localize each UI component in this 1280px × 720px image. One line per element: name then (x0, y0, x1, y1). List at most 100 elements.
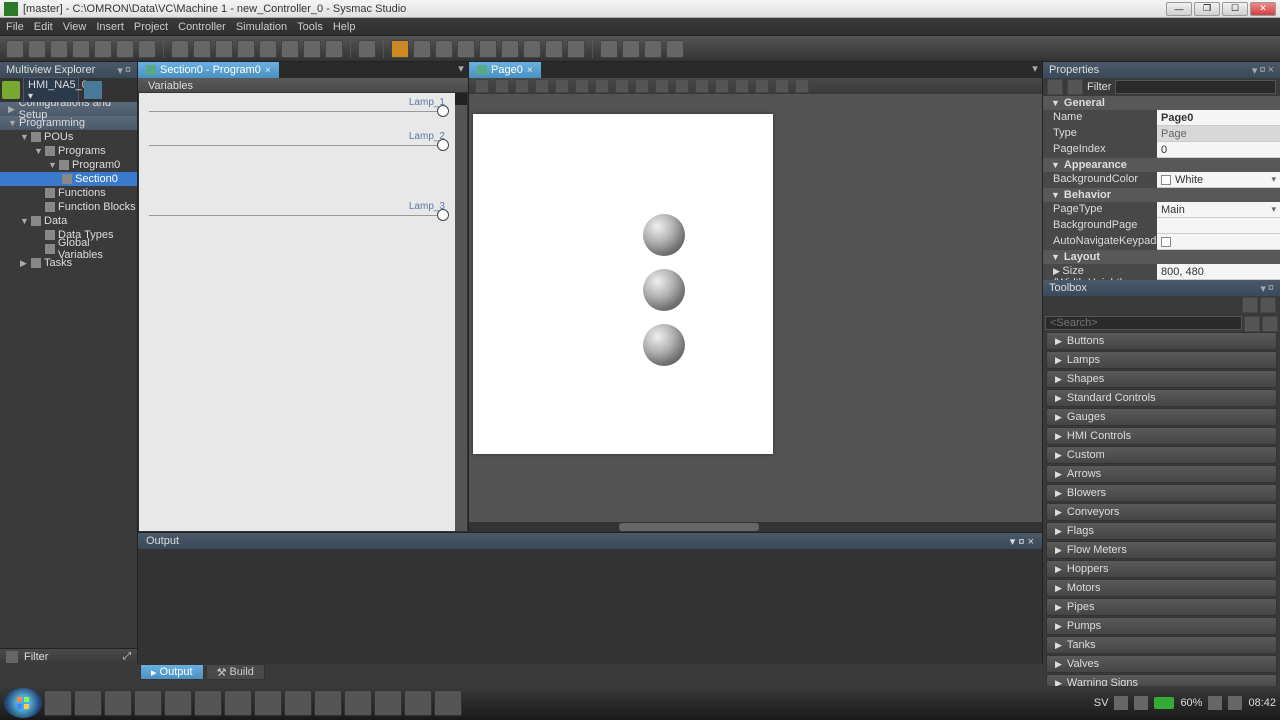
zoom-out-icon[interactable] (644, 40, 662, 58)
toolbar-btn-7[interactable] (138, 40, 156, 58)
categorized-icon[interactable] (1047, 79, 1063, 95)
volume-icon[interactable] (1228, 696, 1242, 710)
designer-tool-14[interactable] (735, 79, 749, 93)
toolbar-btn-22[interactable] (501, 40, 519, 58)
panel-dropdown-icon[interactable]: ▾ (1252, 64, 1258, 77)
menu-view[interactable]: View (63, 21, 87, 33)
taskbar-app-12[interactable] (374, 690, 402, 716)
toolbar-btn-15[interactable] (325, 40, 343, 58)
menu-controller[interactable]: Controller (178, 21, 226, 33)
redo-icon[interactable] (116, 40, 134, 58)
tree-section0[interactable]: Section0 (0, 172, 137, 186)
tab-dropdown-icon[interactable]: ▾ (454, 62, 468, 78)
designer-tool-6[interactable] (575, 79, 589, 93)
tree-data[interactable]: ▼Data (0, 214, 137, 228)
tray-icon-2[interactable] (1134, 696, 1148, 710)
toolbox-category[interactable]: ▶Flags (1046, 522, 1277, 540)
prop-section-behavior[interactable]: ▼Behavior (1043, 188, 1280, 202)
alphabetical-icon[interactable] (1067, 79, 1083, 95)
menu-tools[interactable]: Tools (297, 21, 323, 33)
toolbox-category[interactable]: ▶Valves (1046, 655, 1277, 673)
designer-tool-17[interactable] (795, 79, 809, 93)
prop-value-bgpage[interactable] (1157, 218, 1280, 234)
taskbar-app-13[interactable] (404, 690, 432, 716)
grid-view-icon[interactable] (1260, 297, 1276, 313)
prop-value-size[interactable]: 800, 480 (1157, 264, 1280, 280)
toolbar-btn-21[interactable] (479, 40, 497, 58)
designer-tool-3[interactable] (515, 79, 529, 93)
filter-expand-icon[interactable]: ⤢ (123, 651, 131, 662)
taskbar-app-10[interactable] (314, 690, 342, 716)
toolbar-btn-25[interactable] (567, 40, 585, 58)
warning-icon[interactable] (391, 40, 409, 58)
paste-icon[interactable] (50, 40, 68, 58)
search-go-icon[interactable] (1262, 316, 1278, 332)
taskbar-app-5[interactable] (164, 690, 192, 716)
prop-value-name[interactable]: Page0 (1157, 110, 1280, 126)
start-button[interactable] (4, 688, 42, 718)
checkbox[interactable] (1161, 237, 1171, 247)
panel-pin-icon[interactable]: ¤ (1268, 282, 1274, 295)
designer-tool-5[interactable] (555, 79, 569, 93)
panel-close-icon[interactable]: × (1268, 64, 1274, 77)
toolbox-category[interactable]: ▶Motors (1046, 579, 1277, 597)
close-icon[interactable]: × (527, 65, 533, 76)
panel-pin-icon[interactable]: ¤ (1259, 64, 1265, 77)
toolbox-category[interactable]: ▶Gauges (1046, 408, 1277, 426)
toolbar-btn-24[interactable] (545, 40, 563, 58)
toolbox-category[interactable]: ▶Buttons (1046, 332, 1277, 350)
tree-programs[interactable]: ▼Programs (0, 144, 137, 158)
designer-tool-16[interactable] (775, 79, 789, 93)
toolbar-btn-8[interactable] (171, 40, 189, 58)
delete-icon[interactable] (72, 40, 90, 58)
ladder-canvas[interactable]: Lamp_1 Lamp_2 Lamp_3 (138, 92, 468, 532)
prop-value-bgcolor[interactable]: White▾ (1157, 172, 1280, 188)
taskbar-app-4[interactable] (134, 690, 162, 716)
designer-canvas-area[interactable] (469, 94, 1042, 532)
coil-lamp2[interactable] (437, 139, 449, 151)
taskbar-app-8[interactable] (254, 690, 282, 716)
toolbox-search-input[interactable] (1045, 316, 1242, 330)
toolbar-btn-10[interactable] (215, 40, 233, 58)
tray-lang[interactable]: SV (1094, 697, 1109, 709)
toolbar-btn-12[interactable] (259, 40, 277, 58)
panel-dropdown-icon[interactable]: ▾ (1010, 536, 1016, 548)
tree-config-setup[interactable]: ▶Configurations and Setup (0, 102, 137, 116)
designer-tool-4[interactable] (535, 79, 549, 93)
dropdown-icon[interactable]: ▾ (1271, 204, 1276, 215)
filter-icon[interactable] (6, 651, 18, 663)
toolbox-category[interactable]: ▶Blowers (1046, 484, 1277, 502)
toolbox-category[interactable]: ▶Shapes (1046, 370, 1277, 388)
tray-icon-1[interactable] (1114, 696, 1128, 710)
tab-dropdown-icon[interactable]: ▾ (1028, 62, 1042, 78)
toolbar-btn-13[interactable] (281, 40, 299, 58)
close-icon[interactable]: × (265, 65, 271, 76)
designer-tool-8[interactable] (615, 79, 629, 93)
menu-edit[interactable]: Edit (34, 21, 53, 33)
taskbar-app-11[interactable] (344, 690, 372, 716)
toolbox-category[interactable]: ▶Arrows (1046, 465, 1277, 483)
minimize-button[interactable]: — (1166, 2, 1192, 16)
scrollbar-thumb[interactable] (619, 523, 759, 531)
designer-tool-2[interactable] (495, 79, 509, 93)
list-view-icon[interactable] (1242, 297, 1258, 313)
taskbar-app-1[interactable] (44, 690, 72, 716)
horizontal-scrollbar[interactable] (469, 522, 1042, 532)
toolbox-category[interactable]: ▶HMI Controls (1046, 427, 1277, 445)
toolbox-category[interactable]: ▶Custom (1046, 446, 1277, 464)
network-icon[interactable] (1208, 696, 1222, 710)
search-clear-icon[interactable] (1244, 316, 1260, 332)
tray-clock[interactable]: 08:42 (1248, 697, 1276, 709)
panel-dropdown-icon[interactable]: ▾ (117, 64, 123, 77)
lamp-object-1[interactable] (643, 214, 685, 256)
device-select[interactable]: HMI_NA5_0 ▾ (23, 77, 79, 104)
cut-icon[interactable] (6, 40, 24, 58)
panel-dropdown-icon[interactable]: ▾ (1260, 282, 1266, 295)
tab-section0[interactable]: Section0 - Program0 × (138, 62, 279, 78)
undo-icon[interactable] (94, 40, 112, 58)
taskbar-app-6[interactable] (194, 690, 222, 716)
toolbox-category[interactable]: ▶Pumps (1046, 617, 1277, 635)
designer-tool-15[interactable] (755, 79, 769, 93)
tree-functions[interactable]: Functions (0, 186, 137, 200)
scrollbar-thumb[interactable] (455, 93, 467, 105)
